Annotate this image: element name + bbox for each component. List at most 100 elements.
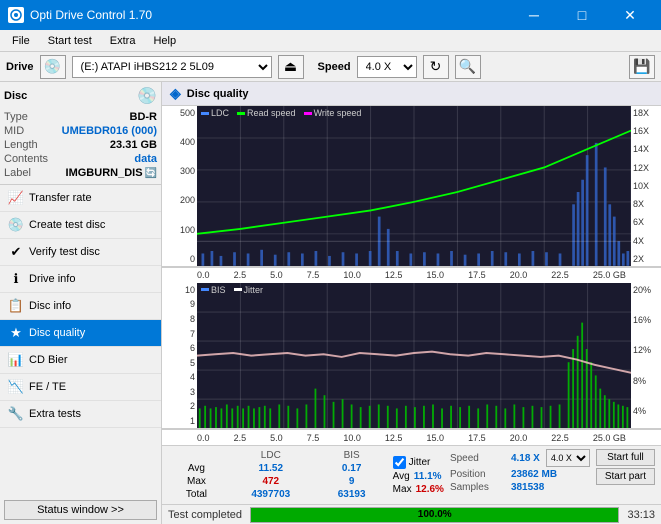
drive-bar: Drive 💿 (E:) ATAPI iHBS212 2 5L09 ⏏ Spee… [0,52,661,82]
read-speed-legend: Read speed [237,108,296,118]
start-full-btn[interactable]: Start full [596,449,655,466]
sidebar-item-fe-te[interactable]: 📉 FE / TE [0,374,161,401]
sidebar-item-drive-info[interactable]: ℹ Drive info [0,266,161,293]
main-layout: Disc 💿 Type BD-R MID UMEBDR016 (000) Len… [0,82,661,524]
extra-tests-icon: 🔧 [8,406,24,422]
top-chart-x-axis: 0.02.55.07.510.012.515.017.520.022.525.0… [162,267,661,283]
sidebar-item-disc-quality[interactable]: ★ Disc quality [0,320,161,347]
col-ldc: LDC [225,449,317,462]
menu-help[interactable]: Help [145,33,184,49]
disc-panel-icon: 💿 [137,86,157,106]
disc-mid-row: MID UMEBDR016 (000) [4,124,157,138]
menu-bar: File Start test Extra Help [0,30,661,52]
samples-row: Samples 381538 [450,482,590,493]
verify-test-disc-icon: ✔ [8,244,24,260]
top-chart-legend: LDC Read speed Write speed [201,108,361,118]
sidebar-item-create-test-disc-label: Create test disc [29,219,105,231]
position-row: Position 23862 MB [450,469,590,480]
jitter-avg-row: Avg 11.1% [393,471,444,482]
sidebar-item-transfer-rate[interactable]: 📈 Transfer rate [0,185,161,212]
drive-info-icon: ℹ [8,271,24,287]
bis-max: 9 [317,475,387,488]
sidebar-item-verify-test-disc[interactable]: ✔ Verify test disc [0,239,161,266]
bottom-chart-legend: BIS Jitter [201,285,263,295]
cd-bier-icon: 📊 [8,352,24,368]
speed-row: Speed 4.18 X 4.0 X [450,449,590,467]
position-val: 23862 MB [511,469,557,480]
bottom-chart-x-axis: 0.02.55.07.510.012.515.017.520.022.525.0… [162,429,661,445]
samples-val: 381538 [511,482,544,493]
speed-select[interactable]: 4.0 X [357,56,417,78]
disc-type-label: Type [4,111,28,123]
jitter-checkbox[interactable] [393,456,406,469]
bottom-chart-inner: BIS Jitter [197,283,631,428]
sidebar-item-create-test-disc[interactable]: 💿 Create test disc [0,212,161,239]
drive-icon: 💿 [40,55,66,79]
sidebar-item-extra-tests[interactable]: 🔧 Extra tests [0,401,161,428]
action-btns: Start full Start part [596,449,655,501]
disc-length-row: Length 23.31 GB [4,138,157,152]
bottom-status-bar: Test completed 100.0% 33:13 [162,504,661,524]
ldc-avg: 11.52 [225,462,317,475]
row-total-label: Total [168,488,225,501]
drive-select[interactable]: (E:) ATAPI iHBS212 2 5L09 [72,56,272,78]
info-btn[interactable]: 💾 [629,55,655,79]
sidebar-item-verify-test-disc-label: Verify test disc [29,246,100,258]
chart-header: ◈ Disc quality [162,82,661,106]
bottom-chart-svg [197,283,631,428]
disc-label-row: Label IMGBURN_DIS 🔄 [4,166,157,180]
bis-legend: BIS [201,285,226,295]
minimize-btn[interactable]: ─ [511,0,557,30]
chart-header-icon: ◈ [170,85,181,102]
top-chart-y-right: 18X16X14X12X10X8X6X4X2X [631,106,661,266]
disc-type-val: BD-R [130,111,158,123]
sidebar-item-fe-te-label: FE / TE [29,381,66,393]
charts-area: 5004003002001000 LDC Read speed [162,106,661,445]
speed-stat-val: 4.18 X [511,453,540,464]
speed-dropdown[interactable]: 4.0 X [546,449,590,467]
sidebar-item-extra-tests-label: Extra tests [29,408,81,420]
app-icon [8,7,24,23]
disc-panel-title: Disc [4,90,27,102]
close-btn[interactable]: ✕ [607,0,653,30]
disc-mid-label: MID [4,125,24,137]
sidebar-item-drive-info-label: Drive info [29,273,75,285]
menu-start-test[interactable]: Start test [40,33,100,49]
ldc-total: 4397703 [225,488,317,501]
sidebar-item-disc-info[interactable]: 📋 Disc info [0,293,161,320]
speed-label: Speed [318,61,351,73]
disc-label-edit-icon[interactable]: 🔄 [145,168,157,179]
jitter-max-val: 12.6% [416,484,444,495]
maximize-btn[interactable]: □ [559,0,605,30]
menu-extra[interactable]: Extra [102,33,144,49]
disc-label-val: IMGBURN_DIS 🔄 [66,167,157,179]
nav-list: 📈 Transfer rate 💿 Create test disc ✔ Ver… [0,185,161,428]
start-part-btn[interactable]: Start part [596,468,655,485]
disc-length-label: Length [4,139,38,151]
menu-file[interactable]: File [4,33,38,49]
row-avg-label: Avg [168,462,225,475]
jitter-max-row: Max 12.6% [393,484,444,495]
refresh-btn[interactable]: ↻ [423,55,449,79]
jitter-avg-label: Avg [393,471,410,482]
disc-type-row: Type BD-R [4,110,157,124]
chart-title: Disc quality [187,88,249,100]
disc-contents-label: Contents [4,153,48,165]
create-test-disc-icon: 💿 [8,217,24,233]
sidebar-item-cd-bier[interactable]: 📊 CD Bier [0,347,161,374]
progress-bar: 100.0% [250,507,619,523]
eject-btn[interactable]: ⏏ [278,55,304,79]
scan-btn[interactable]: 🔍 [455,55,481,79]
jitter-avg-val: 11.1% [414,471,442,482]
status-window-btn[interactable]: Status window >> [4,500,157,520]
disc-length-val: 23.31 GB [110,139,157,151]
ldc-bis-table: LDC BIS Avg 11.52 0.17 Max 472 9 Total [168,449,387,501]
jitter-label: Jitter [409,457,431,468]
disc-quality-icon: ★ [8,325,24,341]
bis-total: 63193 [317,488,387,501]
top-chart: 5004003002001000 LDC Read speed [162,106,661,267]
status-text: Test completed [168,509,242,521]
stats-panel: LDC BIS Avg 11.52 0.17 Max 472 9 Total [162,445,661,504]
jitter-checkbox-row: Jitter [393,456,444,469]
col-bis: BIS [317,449,387,462]
